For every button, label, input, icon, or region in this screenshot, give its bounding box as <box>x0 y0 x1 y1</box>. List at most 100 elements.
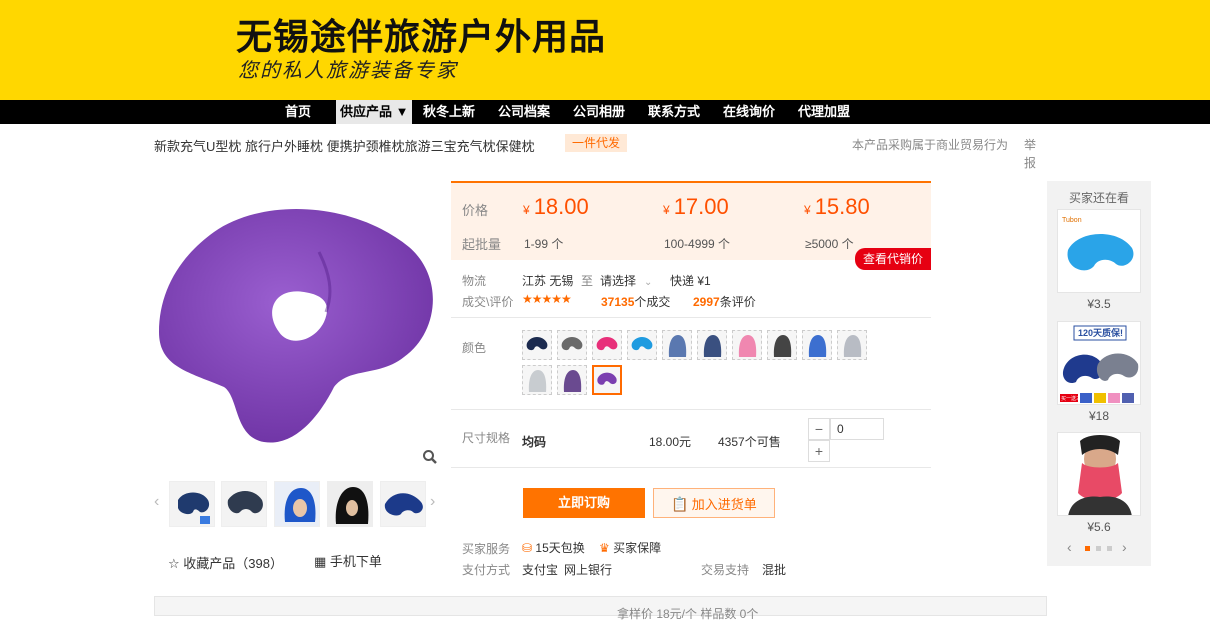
color-swatch-pink-hood[interactable] <box>732 330 762 360</box>
sample-info-bar: 拿样价 18元/个 样品数 0个 <box>154 596 1047 621</box>
quantity-plus-button[interactable]: + <box>808 440 830 462</box>
service-exchange[interactable]: ⛁ 15天包换 <box>522 539 585 556</box>
chevron-down-icon: ⌄ <box>644 277 653 288</box>
shop-slogan: 您的私人旅游装备专家 <box>238 58 458 82</box>
agent-price-button[interactable]: 查看代销价 <box>855 248 931 270</box>
review-count[interactable]: 2997条评价 <box>693 293 756 310</box>
color-swatch-black-hood[interactable] <box>767 330 797 360</box>
thumbnail[interactable] <box>221 481 267 527</box>
product-title: 新款充气U型枕 旅行户外睡枕 便携护颈椎枕旅游三宝充气枕保健枕 <box>154 139 535 154</box>
thumbnail[interactable] <box>274 481 320 527</box>
also-viewed-item[interactable]: 120天质保! 买一送三 <box>1057 321 1141 405</box>
favorite-label: 收藏产品（398） <box>183 556 283 571</box>
carousel-dot-active[interactable] <box>1085 546 1090 551</box>
trade-support-label: 交易支持 <box>701 563 750 577</box>
also-viewed-price: ¥5.6 <box>1087 520 1111 534</box>
shop-name: 无锡途伴旅游户外用品 <box>236 16 607 57</box>
spec-name: 均码 <box>522 435 547 449</box>
color-swatch-navy[interactable] <box>522 330 552 360</box>
nav-autumn-new[interactable]: 秋冬上新 <box>419 100 479 124</box>
nav-agent[interactable]: 代理加盟 <box>794 100 854 124</box>
nav-company-profile[interactable]: 公司档案 <box>494 100 554 124</box>
nav-home[interactable]: 首页 <box>281 100 315 124</box>
trade-note: 本产品采购属于商业贸易行为 <box>852 138 1009 152</box>
ship-from: 江苏 无锡 <box>522 274 574 288</box>
service-protection[interactable]: ♛ 买家保障 <box>599 539 661 556</box>
carousel-dot[interactable] <box>1096 546 1101 551</box>
thumb-next-arrow[interactable]: › <box>430 493 435 511</box>
also-viewed-item[interactable] <box>1057 432 1141 516</box>
rating-stars: ★★★★★ <box>522 292 572 306</box>
thumb-prev-arrow[interactable]: ‹ <box>154 493 159 511</box>
payment-label: 支付方式 <box>462 563 511 577</box>
divider <box>451 467 931 468</box>
nav-contact[interactable]: 联系方式 <box>644 100 704 124</box>
svg-text:Tubon: Tubon <box>1062 217 1082 224</box>
divider <box>451 409 931 410</box>
destination-select[interactable]: 请选择 ⌄ <box>600 272 652 289</box>
mobile-order-label: 手机下单 <box>329 554 382 569</box>
payment-alipay: 支付宝 <box>522 563 559 577</box>
moq-label: 起批量 <box>462 237 502 252</box>
color-swatch-pink[interactable] <box>592 330 622 360</box>
logistics-label: 物流 <box>462 274 487 288</box>
also-viewed-price: ¥3.5 <box>1087 297 1111 311</box>
dropship-badge: 一件代发 <box>565 134 628 152</box>
color-swatch-blue-hood[interactable] <box>662 330 692 360</box>
quantity-minus-button[interactable]: − <box>808 418 830 440</box>
clipboard-icon: 📋 <box>671 496 689 512</box>
color-swatch-purple[interactable] <box>592 365 622 395</box>
thumbnail[interactable] <box>169 481 215 527</box>
report-link[interactable]: 举报 <box>1024 136 1038 172</box>
side-prev-arrow[interactable]: ‹ <box>1067 539 1072 555</box>
favorite-product[interactable]: ☆ 收藏产品（398） <box>168 553 283 572</box>
color-swatch-blue-hood-2[interactable] <box>802 330 832 360</box>
color-swatch-light-grey-hood[interactable] <box>837 330 867 360</box>
sample-info: 拿样价 18元/个 样品数 0个 <box>617 607 759 621</box>
color-swatch-sky-blue[interactable] <box>627 330 657 360</box>
color-swatch-grey[interactable] <box>557 330 587 360</box>
quantity-input[interactable]: 0 <box>830 418 884 440</box>
svg-text:120天质保!: 120天质保! <box>1078 327 1123 338</box>
also-viewed-title: 买家还在看 <box>1068 191 1129 205</box>
nav-album[interactable]: 公司相册 <box>569 100 629 124</box>
shop-banner: 无锡途伴旅游户外用品 您的私人旅游装备专家 <box>0 0 1210 100</box>
service-label: 买家服务 <box>462 542 511 556</box>
also-viewed-panel: 买家还在看 Tubon ¥3.5 120天质保! 买一送三 ¥18 ¥5.6 ‹ … <box>1047 181 1151 566</box>
buy-now-button[interactable]: 立即订购 <box>523 488 645 518</box>
price-tier-2: ¥17.00 <box>663 194 729 219</box>
express-fee: 快递 ¥1 <box>670 274 711 288</box>
top-nav: 首页 供应产品 ▼ 秋冬上新 公司档案 公司相册 联系方式 在线询价 代理加盟 <box>0 100 1210 124</box>
also-viewed-item[interactable]: Tubon <box>1057 209 1141 293</box>
magnifier-icon[interactable] <box>421 448 439 466</box>
color-swatch-navy-hood[interactable] <box>697 330 727 360</box>
also-viewed-price: ¥18 <box>1088 409 1110 423</box>
qty-tier-2: 100-4999 个 <box>664 237 731 251</box>
trade-support-value: 混批 <box>762 563 787 577</box>
add-to-cart-button[interactable]: 📋 加入进货单 <box>653 488 775 518</box>
ship-to-word: 至 <box>581 274 594 288</box>
price-tier-3: ¥15.80 <box>804 194 870 219</box>
svg-text:买一送三: 买一送三 <box>1061 395 1081 402</box>
exchange-icon: ⛁ <box>522 541 536 555</box>
side-next-arrow[interactable]: › <box>1122 539 1127 555</box>
star-outline-icon: ☆ <box>168 556 184 571</box>
color-swatch-light-grey[interactable] <box>522 365 552 395</box>
mobile-order[interactable]: ▦ 手机下单 <box>314 551 382 570</box>
divider <box>451 317 931 318</box>
price-tier-1: ¥18.00 <box>523 194 589 219</box>
qty-tier-3: ≥5000 个 <box>805 237 854 251</box>
carousel-dot[interactable] <box>1107 546 1112 551</box>
nav-products[interactable]: 供应产品 ▼ <box>336 100 413 124</box>
thumbnail[interactable] <box>380 481 426 527</box>
deals-label: 成交\评价 <box>462 295 514 309</box>
nav-inquiry[interactable]: 在线询价 <box>719 100 779 124</box>
color-label: 颜色 <box>462 341 487 355</box>
thumbnail[interactable] <box>327 481 373 527</box>
qr-code-icon: ▦ <box>314 554 330 569</box>
price-label: 价格 <box>462 203 489 218</box>
spec-stock: 4357个可售 <box>718 435 781 449</box>
color-swatch-purple-grey[interactable] <box>557 365 587 395</box>
product-main-image[interactable] <box>154 192 444 466</box>
sold-count[interactable]: 37135个成交 <box>601 293 670 310</box>
